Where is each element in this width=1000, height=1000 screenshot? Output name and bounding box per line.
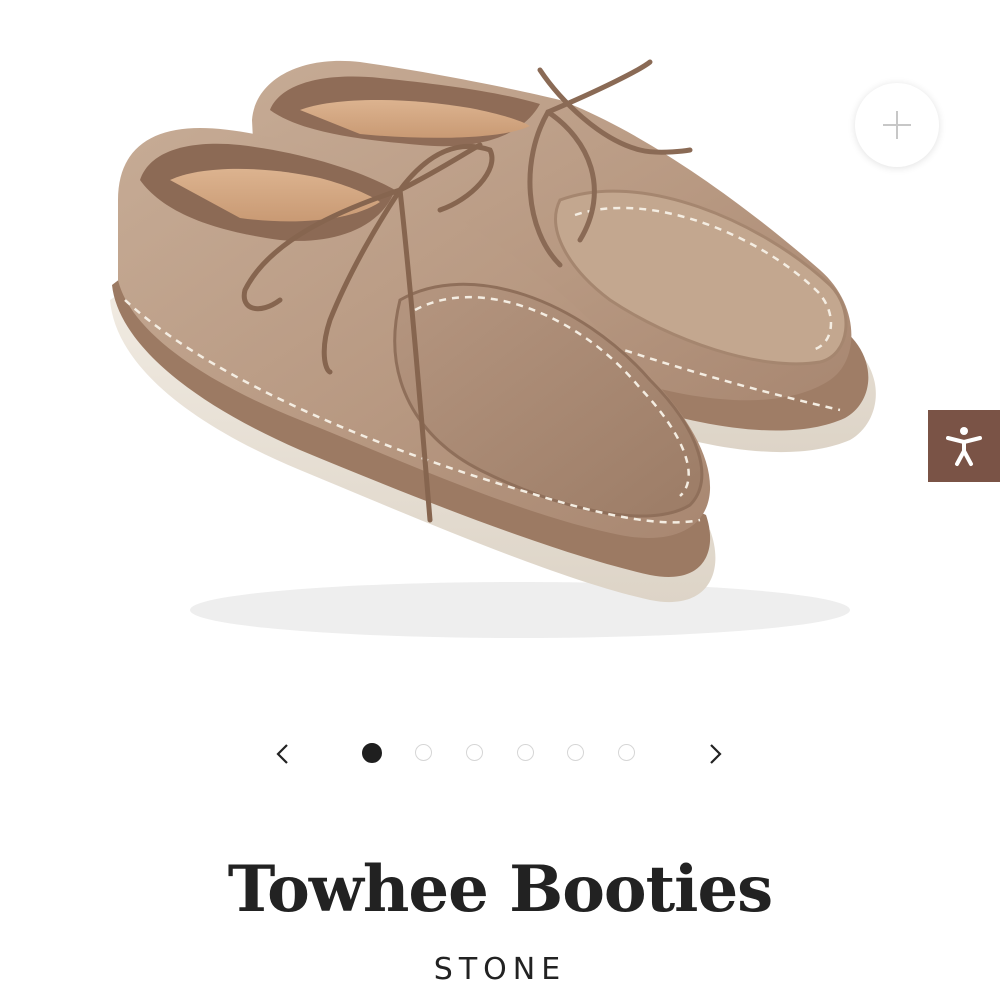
gallery-dot-2[interactable] <box>415 744 432 761</box>
accessibility-person-icon <box>946 427 982 466</box>
product-color-variant: STONE <box>433 952 567 987</box>
gallery-dot-6[interactable] <box>618 744 635 761</box>
gallery-dot-5[interactable] <box>567 744 584 761</box>
zoom-button[interactable] <box>855 83 939 167</box>
gallery-carousel-nav <box>0 730 1000 778</box>
product-title: Towhee Booties <box>227 852 773 927</box>
chevron-right-icon <box>710 744 722 764</box>
gallery-dot-4[interactable] <box>517 744 534 761</box>
product-image[interactable] <box>0 0 1000 700</box>
accessibility-button[interactable] <box>928 410 1000 482</box>
gallery-dot-1[interactable] <box>362 743 382 763</box>
chevron-left-icon <box>276 744 288 764</box>
product-page: Towhee Booties STONE <box>0 0 1000 1000</box>
plus-icon <box>883 111 911 139</box>
previous-image-button[interactable] <box>264 736 300 772</box>
next-image-button[interactable] <box>698 736 734 772</box>
gallery-dot-3[interactable] <box>466 744 483 761</box>
